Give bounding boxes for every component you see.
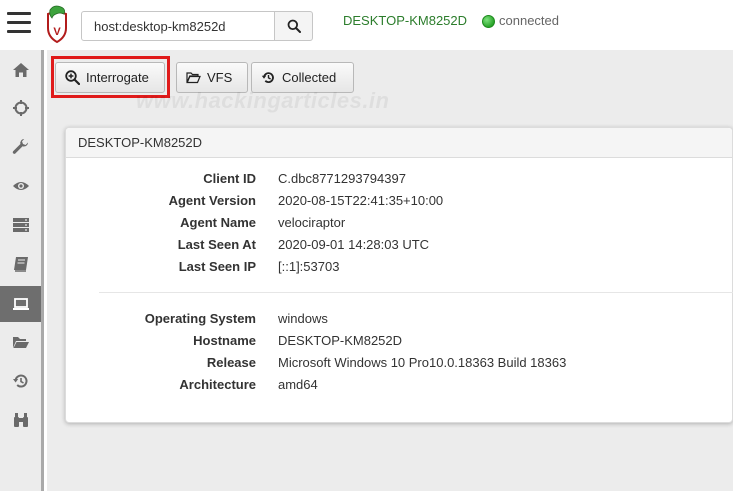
vfs-label: VFS: [207, 70, 233, 85]
search-button[interactable]: [274, 11, 313, 41]
sidebar-item-hunt[interactable]: [0, 90, 41, 126]
field-value: C.dbc8771293794397: [278, 171, 406, 186]
field-label: Architecture: [179, 377, 256, 392]
sidebar-item-binoculars[interactable]: [0, 402, 41, 438]
connected-status-icon: [482, 15, 495, 28]
eye-icon: [12, 182, 29, 190]
search-icon: [287, 19, 301, 33]
search-input[interactable]: [81, 11, 275, 41]
field-label: Release: [206, 355, 256, 370]
client-info-panel: DESKTOP-KM8252D Client ID C.dbc877129379…: [65, 127, 733, 423]
info-row: Last Seen IP [::1]:53703: [66, 259, 732, 281]
info-row: Architecture amd64: [66, 377, 732, 399]
connection-status: connected: [499, 13, 559, 28]
vfs-button[interactable]: VFS: [176, 62, 248, 93]
binoculars-icon: [13, 413, 28, 427]
top-bar: V DESKTOP-KM8252D connected: [0, 0, 733, 50]
search-bar: [81, 11, 313, 41]
info-row: Hostname DESKTOP-KM8252D: [66, 333, 732, 355]
field-value: Microsoft Windows 10 Pro10.0.18363 Build…: [278, 355, 567, 370]
velociraptor-logo[interactable]: V: [44, 4, 70, 44]
info-row: Agent Version 2020-08-15T22:41:35+10:00: [66, 193, 732, 215]
search-plus-icon: [65, 70, 80, 85]
folder-open-icon: [186, 72, 201, 84]
field-value: amd64: [278, 377, 318, 392]
interrogate-button[interactable]: Interrogate: [55, 62, 165, 93]
interrogate-label: Interrogate: [86, 70, 149, 85]
info-row: Operating System windows: [66, 311, 732, 333]
field-label: Last Seen IP: [178, 259, 256, 274]
sidebar-item-vfs[interactable]: [0, 324, 41, 360]
divider: [99, 292, 733, 293]
field-label: Operating System: [144, 311, 256, 326]
book-icon: [13, 257, 28, 272]
menu-icon[interactable]: [7, 10, 31, 36]
sidebar-item-server-artifacts[interactable]: [0, 129, 41, 165]
field-value: 2020-08-15T22:41:35+10:00: [278, 193, 444, 208]
client-hostname-link[interactable]: DESKTOP-KM8252D: [343, 13, 467, 28]
field-label: Last Seen At: [177, 237, 256, 252]
history-icon: [12, 374, 27, 388]
server-icon: [12, 218, 29, 232]
crosshairs-icon: [12, 100, 29, 116]
info-row: Client ID C.dbc8771293794397: [66, 171, 732, 193]
field-value: 2020-09-01 14:28:03 UTC: [278, 237, 430, 252]
info-row: Agent Name velociraptor: [66, 215, 732, 237]
home-icon: [12, 63, 29, 77]
field-label: Hostname: [193, 333, 256, 348]
field-value: velociraptor: [278, 215, 346, 230]
sidebar: [0, 50, 44, 491]
field-label: Agent Name: [180, 215, 256, 230]
field-label: Client ID: [203, 171, 256, 186]
sidebar-item-home[interactable]: [0, 52, 41, 88]
info-row: Release Microsoft Windows 10 Pro10.0.183…: [66, 355, 732, 377]
sidebar-item-notebooks[interactable]: [0, 246, 41, 282]
sidebar-item-clients[interactable]: [0, 286, 41, 322]
info-row: Last Seen At 2020-09-01 14:28:03 UTC: [66, 237, 732, 259]
history-icon: [261, 72, 274, 84]
field-value: windows: [278, 311, 328, 326]
collected-label: Collected: [282, 70, 337, 85]
collected-button[interactable]: Collected: [251, 62, 354, 93]
field-value: DESKTOP-KM8252D: [278, 333, 403, 348]
svg-text:V: V: [53, 26, 61, 38]
field-label: Agent Version: [168, 193, 256, 208]
sidebar-item-history[interactable]: [0, 363, 41, 399]
sidebar-item-server-events[interactable]: [0, 207, 41, 243]
field-value: [::1]:53703: [278, 259, 340, 274]
wrench-icon: [12, 139, 28, 154]
sidebar-item-view-artifacts[interactable]: [0, 168, 41, 204]
panel-title: DESKTOP-KM8252D: [66, 128, 732, 158]
laptop-icon: [12, 298, 29, 310]
folder-open-icon: [12, 337, 29, 348]
